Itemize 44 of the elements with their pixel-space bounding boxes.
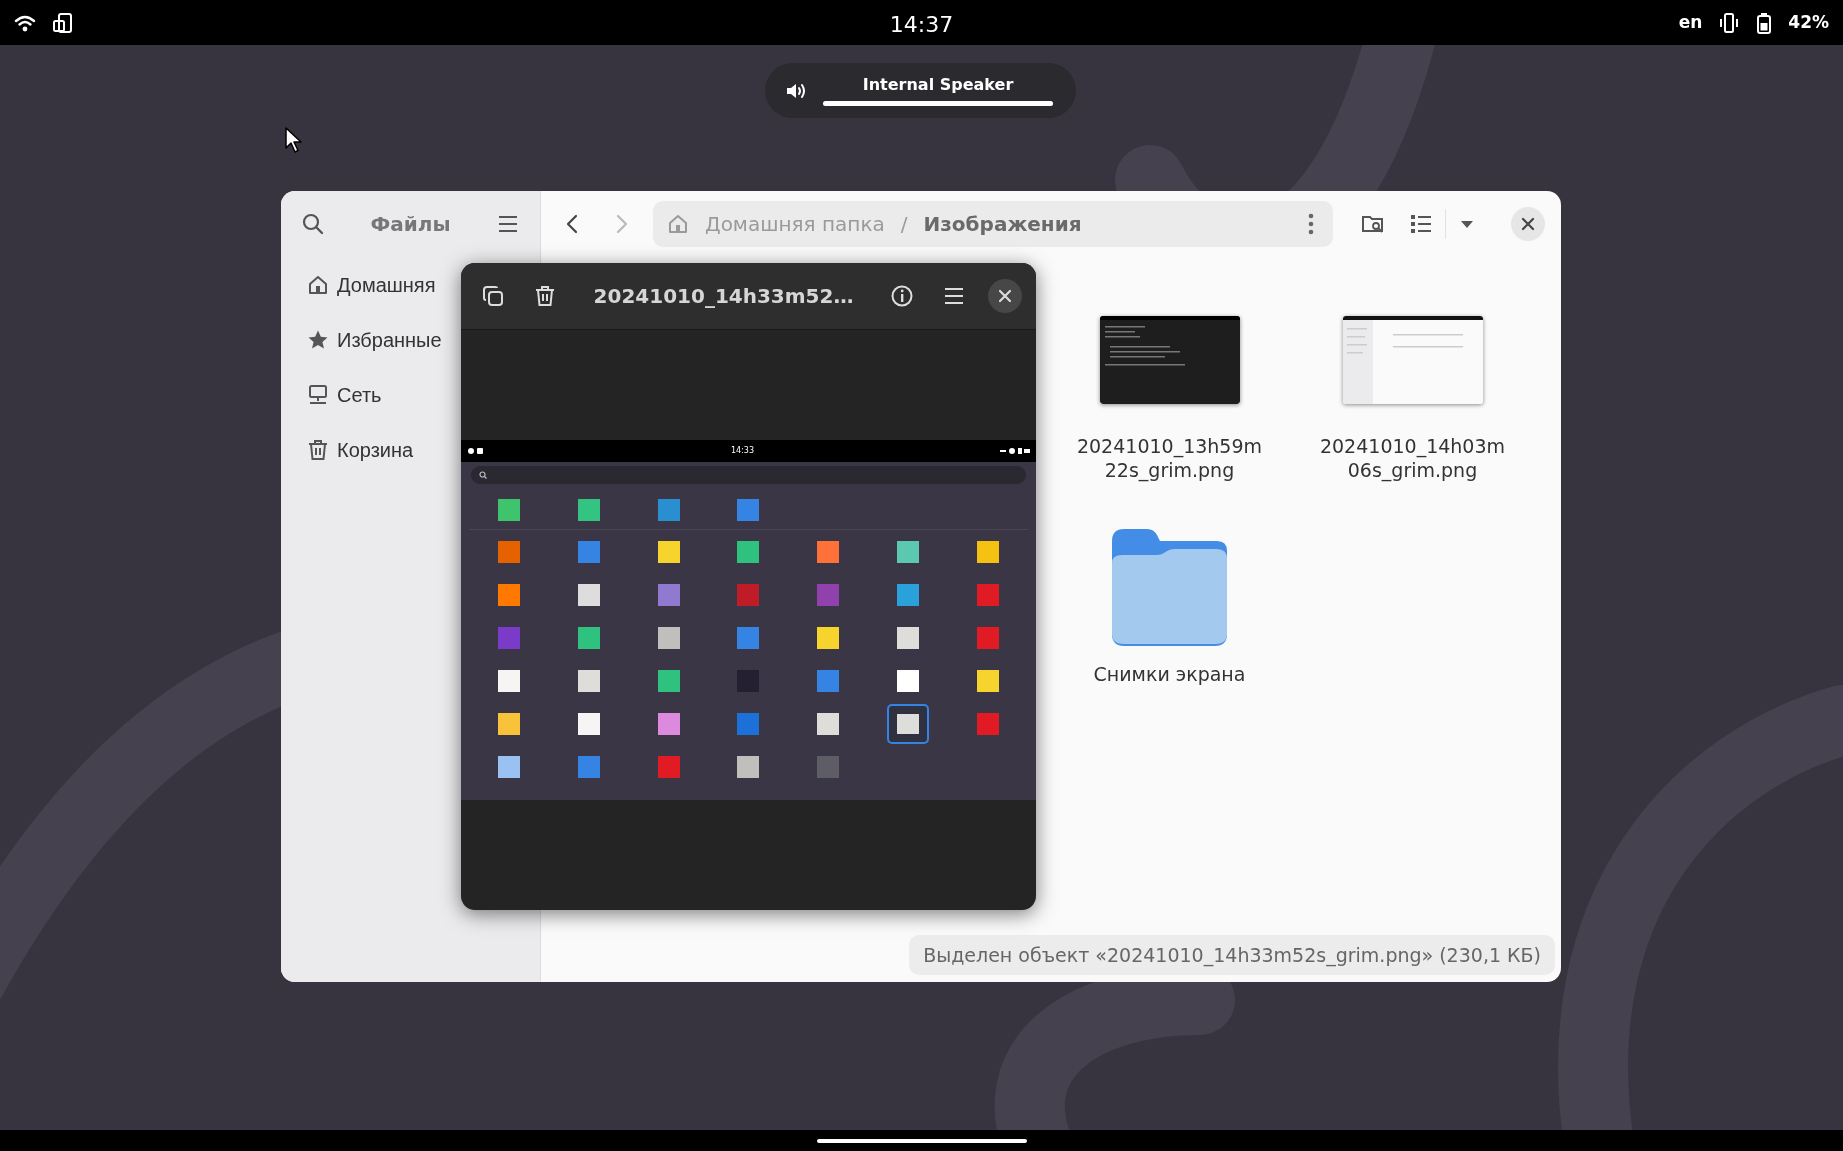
search-field[interactable] [471,466,1026,484]
trash-icon [307,438,329,461]
sidebar-item[interactable]: Сеть [287,367,459,422]
volume-slider[interactable] [823,100,1053,106]
file-name: 20241010_13h59m22s_grim.png [1075,435,1264,483]
file-name: 20241010_14h03m06s_grim.png [1318,435,1507,483]
screenshot-thumbnail[interactable] [1099,316,1240,404]
trash-icon [533,284,557,308]
output-device-label: Internal Speaker [862,75,1014,95]
app-icon[interactable] [887,703,930,744]
window-title: 20241010_14h33m52… [592,283,855,310]
computer-icon [307,383,329,406]
status-icons-drawing [467,447,485,455]
clock-time: 14:33 [730,445,755,457]
search-icon [301,212,325,236]
screen-rotation-icon [52,11,74,34]
screenshot-thumbnail[interactable] [1342,316,1483,404]
sidebar-item[interactable]: Домашняя [287,257,459,312]
list-icon [1409,212,1433,236]
close-button[interactable] [1511,207,1545,241]
battery-percentage: 42% [1788,10,1829,34]
clock-time: 14:37 [889,11,954,39]
info-icon [890,284,914,308]
status-message: Выделен объект «20241010_14h33m52s_grim.png» (230,1 КБ) [909,934,1555,975]
sidebar-item[interactable]: Избранные [287,312,459,367]
vibrate-icon [1718,11,1741,34]
search-icon [479,471,487,479]
copy-icon [481,284,505,308]
home-icon [667,213,689,235]
app-title: Файлы [370,211,451,238]
close-button[interactable] [988,279,1022,313]
home-icon [307,273,329,296]
status-icons-drawing [1000,447,1030,455]
home-handle[interactable] [816,1138,1027,1143]
pointer-icon [284,126,304,154]
more-icon [1307,212,1315,236]
file-name: Снимки экрана [1092,662,1247,687]
folder-icon[interactable] [1112,529,1227,646]
keyboard-layout[interactable]: en [1678,9,1703,36]
battery-icon [1756,11,1773,34]
path-separator: / [900,211,908,238]
wifi-icon [14,13,36,32]
sidebar-item[interactable]: Корзина [287,422,459,477]
path-segment[interactable]: Изображения [923,209,1082,239]
